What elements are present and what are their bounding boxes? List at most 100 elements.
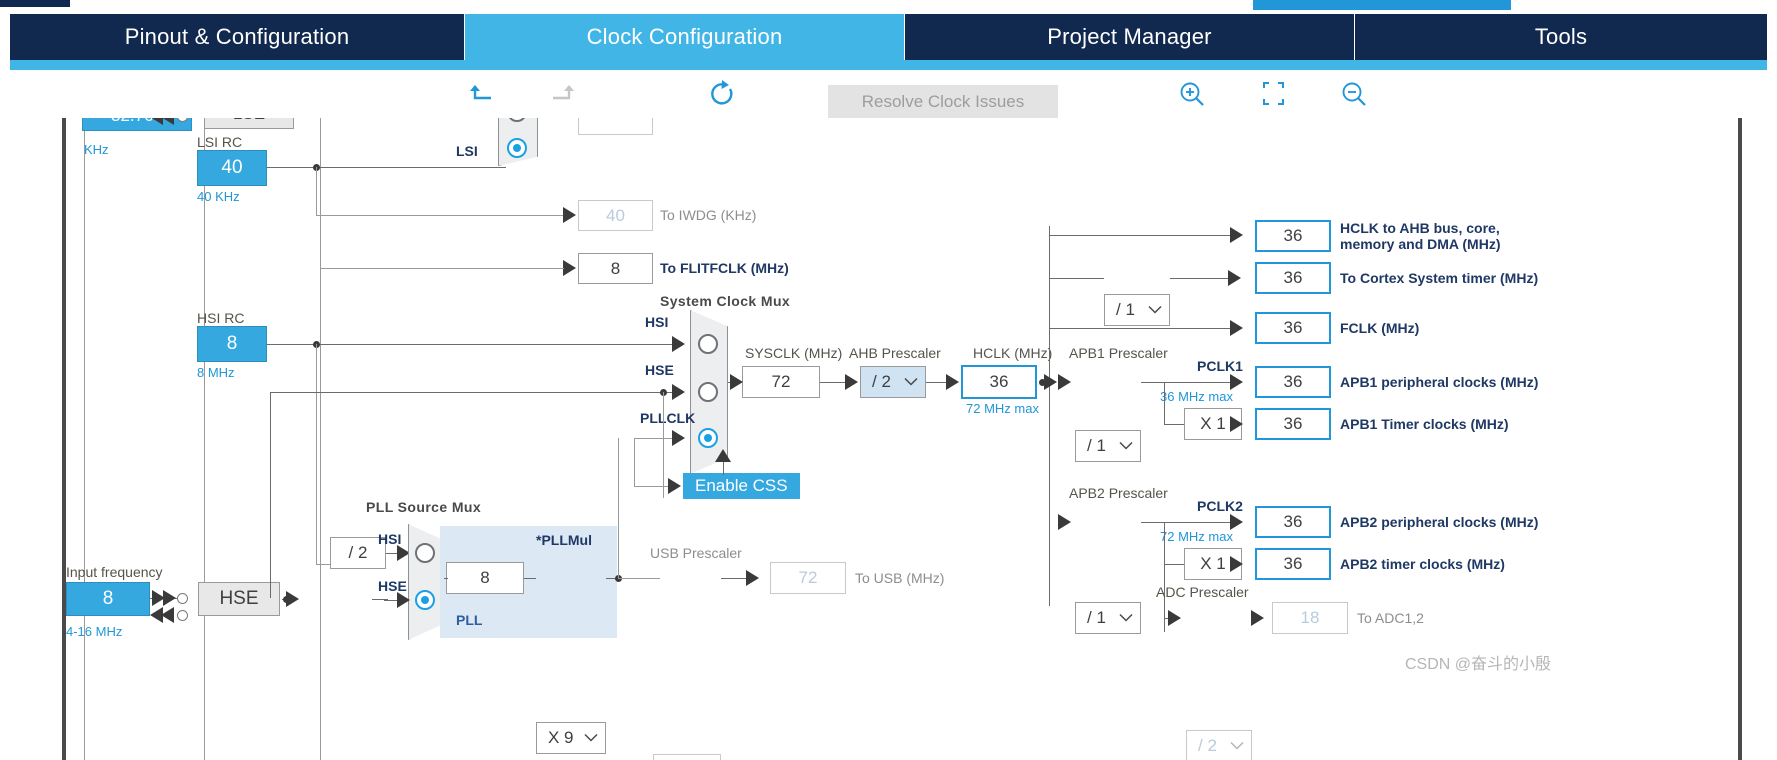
tab-pinout-configuration[interactable]: Pinout & Configuration (10, 14, 465, 60)
apb2-max-label: 72 MHz max (1160, 529, 1233, 544)
hclk-ahb-output-label: HCLK to AHB bus, core, memory and DMA (MH… (1340, 220, 1501, 252)
apb1-timer-arrow (1230, 416, 1243, 432)
usb-prescaler-select[interactable]: / 1 (653, 754, 721, 760)
hclk-ahb-output-value: 36 (1283, 226, 1303, 245)
iwdg-value-box: 40 (578, 200, 653, 231)
adc-prescaler-select[interactable]: / 2 (1186, 730, 1252, 760)
hse-input-frequency-box[interactable]: 8 (66, 582, 150, 616)
cortex-prescaler-value: / 1 (1116, 300, 1135, 319)
tab-label: Project Manager (1047, 24, 1212, 49)
watermark-text: CSDN @奋斗的小殷 (1405, 656, 1552, 673)
ahb-prescaler-select[interactable]: / 2 (860, 366, 926, 398)
pll-input-value-box: 8 (446, 562, 524, 594)
pllclk-to-css-h (634, 486, 670, 487)
redo-arrow-icon (553, 85, 574, 100)
cortex-timer-output-label: To Cortex System timer (MHz) (1340, 270, 1539, 286)
hse-branch-down-to-css (663, 392, 664, 498)
sysclk-value-box[interactable]: 72 (742, 366, 820, 398)
fit-to-screen-button[interactable] (1257, 79, 1291, 109)
apb1-timer-value: 36 (1283, 414, 1303, 433)
fclk-output-label: FCLK (MHz) (1340, 320, 1420, 336)
lsi-value: 40 (221, 157, 243, 178)
hsi-branch-down (316, 344, 317, 564)
pll-source-mux[interactable] (408, 524, 444, 640)
pllmul-label: *PLLMul (536, 532, 592, 548)
usb-output-label: To USB (MHz) (855, 570, 945, 586)
tab-label: Clock Configuration (586, 24, 783, 49)
undo-button[interactable] (465, 79, 499, 109)
lse-value-box[interactable]: 32.768 (82, 118, 192, 131)
usb-out-wire (721, 578, 749, 579)
sysclk-label: SYSCLK (MHz) (745, 345, 843, 361)
hse-mux-arrow (672, 384, 685, 400)
ahb-out-wire-0 (1049, 235, 1241, 236)
apb2-prescaler-value: / 1 (1087, 608, 1106, 627)
zoom-in-button[interactable] (1175, 79, 1209, 109)
system-clock-mux-radio-hsi[interactable] (698, 334, 718, 354)
enable-css-button[interactable]: Enable CSS (683, 473, 800, 499)
pclk1-arrow (1230, 374, 1243, 390)
apb2-prescaler-label: APB2 Prescaler (1069, 485, 1168, 501)
cortex-out-arrow (1228, 270, 1241, 286)
iwdg-value: 40 (606, 205, 625, 225)
hclk-ahb-output-box: 36 (1255, 220, 1331, 252)
rtc-output-box (578, 118, 653, 135)
pll-source-mux-title: PLL Source Mux (366, 499, 482, 515)
fclk-output-box: 36 (1255, 312, 1331, 344)
adc-out-arrow (1251, 610, 1264, 626)
window-top-strip (0, 0, 1777, 14)
flitfclk-arrow (563, 260, 576, 276)
pll-source-mux-radio-hse[interactable] (415, 590, 435, 610)
apb2-prescaler-select[interactable]: / 1 (1075, 602, 1141, 634)
hclk-value-box[interactable]: 36 (961, 365, 1037, 399)
ahb-to-hclk-wire (926, 382, 948, 383)
adc-output-value: 18 (1300, 608, 1320, 627)
iwdg-arrow (563, 207, 576, 223)
hclk-bus-arrow (1044, 374, 1057, 390)
pllmul-value: X 9 (548, 728, 574, 747)
redo-button[interactable] (545, 79, 579, 109)
apb1-prescaler-label: APB1 Prescaler (1069, 345, 1168, 361)
pllmul-select[interactable]: X 9 (536, 722, 606, 754)
chevron-down-icon (1119, 441, 1133, 450)
ahb-in-arrow (845, 374, 858, 390)
tab-project-manager[interactable]: Project Manager (905, 14, 1355, 60)
apb1-prescaler-select[interactable]: / 1 (1075, 430, 1141, 462)
reset-circular-arrow-icon (711, 80, 733, 105)
hse-pin-node-top (177, 593, 188, 604)
lsi-value-box[interactable]: 40 (197, 150, 267, 186)
clock-tree-canvas[interactable]: 32.768 KHz LSE LSI RC 40 40 KHz LSI 40 T… (0, 118, 1777, 760)
flitfclk-value: 8 (610, 258, 621, 278)
canvas-left-edge (62, 118, 66, 760)
canvas-right-edge (1738, 118, 1742, 760)
hsi-value-box[interactable]: 8 (197, 326, 267, 362)
zoom-out-button[interactable] (1337, 79, 1371, 109)
system-clock-mux-radio-pllclk[interactable] (698, 428, 718, 448)
system-clock-mux-radio-hse[interactable] (698, 382, 718, 402)
hclk-value: 36 (989, 372, 1009, 391)
pclk1-wire (1141, 382, 1233, 383)
hclk-bus-vertical (1049, 226, 1050, 606)
rtc-mux-radio-lsi[interactable] (507, 138, 527, 158)
lse-osc-box[interactable]: LSE (204, 118, 294, 129)
resolve-clock-issues-button[interactable]: Resolve Clock Issues (828, 85, 1058, 118)
hsi-unit-label: 8 MHz (197, 365, 235, 380)
cortex-prescaler-select[interactable]: / 1 (1104, 294, 1170, 326)
hse-range-label: 4-16 MHz (66, 624, 123, 639)
chevron-down-icon (904, 377, 918, 386)
pll-source-mux-radio-hsi[interactable] (415, 543, 435, 563)
pclk2-label: PCLK2 (1197, 498, 1243, 514)
column-divider-1 (204, 118, 205, 760)
apb2-timer-label: APB2 timer clocks (MHz) (1340, 556, 1505, 572)
cortex-timer-output-value: 36 (1283, 268, 1303, 287)
tab-tools[interactable]: Tools (1355, 14, 1767, 60)
ahb-prescaler-label: AHB Prescaler (849, 345, 941, 361)
hse-pin-node-bottom (177, 610, 188, 621)
tab-clock-configuration[interactable]: Clock Configuration (465, 14, 905, 60)
pllclk-mux-arrow (672, 430, 685, 446)
pll-hse-arrow (397, 592, 410, 608)
apb1-timer-branch-v (1164, 382, 1165, 424)
reset-button[interactable] (705, 79, 739, 109)
pllin-to-pllmul-wire (524, 578, 536, 579)
hse-osc-box[interactable]: HSE (198, 582, 280, 616)
